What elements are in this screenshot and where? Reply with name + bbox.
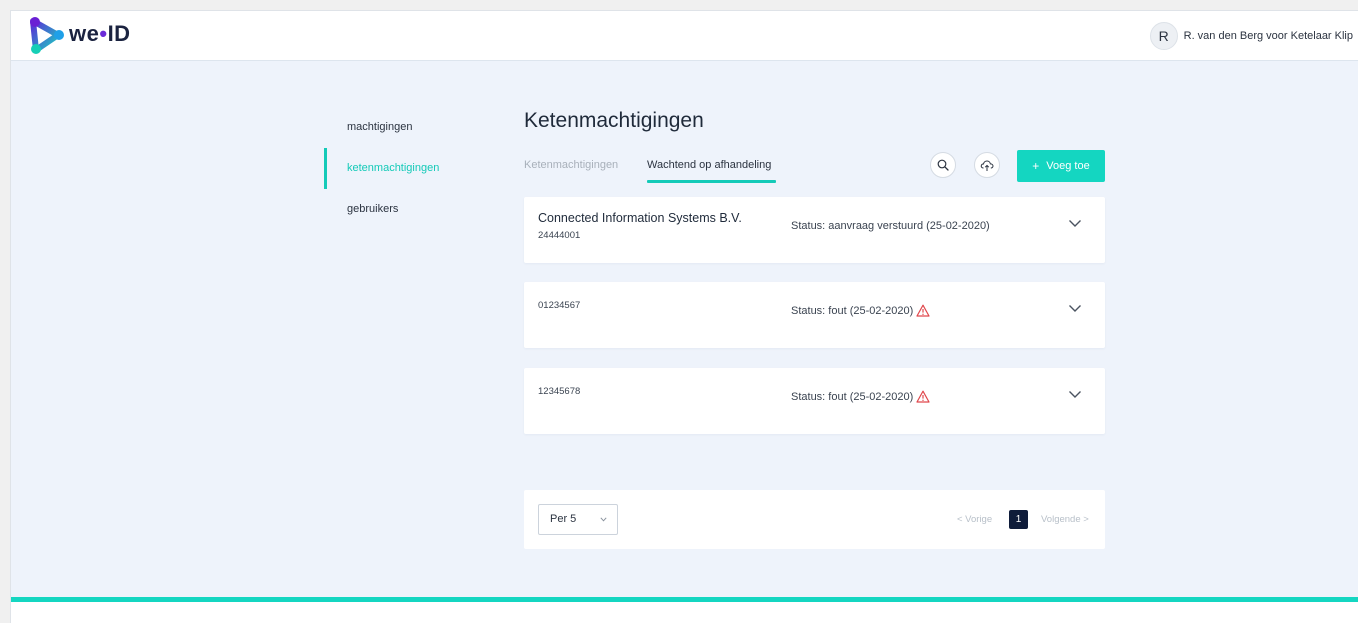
- chevron-down-icon[interactable]: [1068, 219, 1082, 228]
- item-status: Status: aanvraag verstuurd (25-02-2020): [791, 220, 990, 232]
- item-id: 01234567: [538, 300, 581, 311]
- item-status-text: Status: aanvraag verstuurd (25-02-2020): [791, 220, 990, 232]
- sidebar-item-ketenmachtigingen[interactable]: ketenmachtigingen: [324, 148, 494, 189]
- chevron-down-icon: [600, 517, 607, 522]
- add-button[interactable]: + Voeg toe: [1017, 150, 1105, 182]
- app-window: we•ID R R. van den Berg voor Ketelaar Kl…: [10, 10, 1358, 623]
- chevron-down-icon[interactable]: [1068, 390, 1082, 399]
- warning-icon: [916, 304, 930, 317]
- brand-wordmark: we•ID: [69, 21, 131, 47]
- tab-ketenmachtigingen[interactable]: Ketenmachtigingen: [524, 159, 618, 171]
- chevron-down-icon[interactable]: [1068, 304, 1082, 313]
- sidebar-item-machtigingen[interactable]: machtigingen: [324, 107, 494, 148]
- user-name: R. van den Berg voor Ketelaar Klip: [1183, 30, 1353, 42]
- page-title: Ketenmachtigingen: [524, 109, 704, 132]
- weid-logo-icon: [30, 17, 64, 54]
- sidebar-nav: machtigingen ketenmachtigingen gebruiker…: [324, 107, 494, 230]
- top-bar: we•ID R R. van den Berg voor Ketelaar Kl…: [11, 11, 1358, 61]
- brand-part-we: we: [69, 21, 100, 46]
- warning-icon: [916, 390, 930, 403]
- user-menu[interactable]: R R. van den Berg voor Ketelaar Klip: [1149, 22, 1353, 50]
- search-button[interactable]: [930, 152, 956, 178]
- page-number-current[interactable]: 1: [1009, 510, 1028, 529]
- upload-button[interactable]: [974, 152, 1000, 178]
- prev-page-link[interactable]: < Vorige: [957, 514, 992, 525]
- search-icon: [937, 159, 949, 171]
- list-item[interactable]: 12345678 Status: fout (25-02-2020): [524, 368, 1105, 434]
- brand-part-id: ID: [107, 21, 131, 46]
- item-name: Connected Information Systems B.V.: [538, 211, 742, 225]
- per-page-select[interactable]: Per 5: [538, 504, 618, 535]
- plus-icon: +: [1032, 159, 1040, 173]
- item-id: 12345678: [538, 386, 581, 397]
- per-page-value: Per 5: [550, 513, 577, 525]
- sidebar-item-gebruikers[interactable]: gebruikers: [324, 189, 494, 230]
- item-status: Status: fout (25-02-2020): [791, 304, 930, 317]
- brand-dot: •: [99, 21, 108, 46]
- item-status-text: Status: fout (25-02-2020): [791, 304, 914, 317]
- tab-wachtend-op-afhandeling[interactable]: Wachtend op afhandeling: [647, 159, 771, 171]
- active-tab-indicator: [647, 180, 776, 183]
- add-button-label: Voeg toe: [1046, 160, 1090, 172]
- item-status: Status: fout (25-02-2020): [791, 390, 930, 403]
- avatar[interactable]: R: [1149, 22, 1178, 50]
- pagination-bar: Per 5 < Vorige 1 Volgende >: [524, 490, 1105, 549]
- list-item[interactable]: 01234567 Status: fout (25-02-2020): [524, 282, 1105, 348]
- footer: [11, 602, 1358, 623]
- item-id: 24444001: [538, 230, 581, 241]
- next-page-link[interactable]: Volgende >: [1041, 514, 1089, 525]
- cloud-upload-icon: [980, 159, 994, 171]
- list-item[interactable]: Connected Information Systems B.V. 24444…: [524, 197, 1105, 263]
- item-status-text: Status: fout (25-02-2020): [791, 390, 914, 403]
